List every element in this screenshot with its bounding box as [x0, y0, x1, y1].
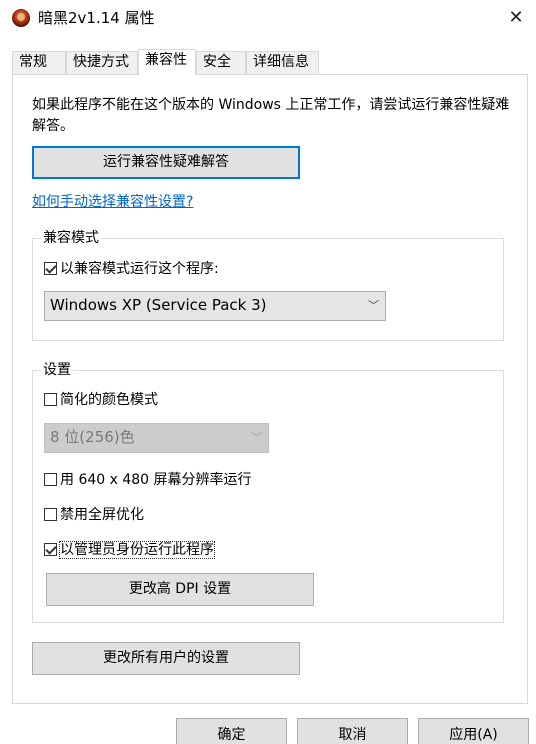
run-as-admin-row[interactable]: 以管理员身份运行此程序	[44, 541, 215, 559]
compatibility-panel: 如果此程序不能在这个版本的 Windows 上正常工作，请尝试运行兼容性疑难解答…	[12, 74, 528, 704]
close-icon[interactable]: ✕	[496, 0, 536, 36]
apply-button[interactable]: 应用(A)	[418, 718, 529, 744]
tab-details[interactable]: 详细信息	[246, 51, 319, 74]
ok-button[interactable]: 确定	[176, 718, 287, 744]
title-bar: 暗黑2v1.14 属性 ✕	[0, 0, 536, 38]
intro-text: 如果此程序不能在这个版本的 Windows 上正常工作，请尝试运行兼容性疑难解答…	[32, 97, 510, 134]
compat-mode-checkbox-label: 以兼容模式运行这个程序:	[60, 261, 219, 277]
settings-group-label: 设置	[41, 361, 73, 379]
reduced-color-label: 简化的颜色模式	[60, 392, 158, 408]
reduced-color-checkbox[interactable]	[44, 393, 57, 406]
compat-mode-group-label: 兼容模式	[41, 229, 101, 247]
cancel-button[interactable]: 取消	[297, 718, 408, 744]
compat-mode-checkbox-row[interactable]: 以兼容模式运行这个程序:	[44, 260, 219, 278]
tab-general[interactable]: 常规	[12, 51, 66, 74]
os-version-select[interactable]: Windows XP (Service Pack 3) ﹀	[44, 291, 386, 321]
fullscreen-opt-label: 禁用全屏优化	[60, 507, 144, 523]
tab-compatibility[interactable]: 兼容性	[138, 49, 196, 75]
compat-mode-group: 兼容模式 以兼容模式运行这个程序: Windows XP (Service Pa…	[32, 229, 504, 341]
all-users-settings-button[interactable]: 更改所有用户的设置	[32, 642, 300, 675]
fullscreen-opt-row[interactable]: 禁用全屏优化	[44, 506, 144, 524]
chevron-down-icon: ﹀	[251, 431, 262, 444]
compat-mode-checkbox[interactable]	[44, 262, 57, 275]
diablo-app-icon	[12, 9, 30, 27]
settings-group: 设置 简化的颜色模式 8 位(256)色 ﹀ 用 640 x 480 屏幕分辨率…	[32, 361, 504, 623]
run-as-admin-label: 以管理员身份运行此程序	[59, 541, 215, 559]
tab-security[interactable]: 安全	[196, 51, 246, 74]
color-depth-select: 8 位(256)色 ﹀	[44, 423, 269, 453]
os-version-value: Windows XP (Service Pack 3)	[50, 296, 267, 314]
change-dpi-button[interactable]: 更改高 DPI 设置	[46, 573, 314, 606]
res-640-row[interactable]: 用 640 x 480 屏幕分辨率运行	[44, 471, 252, 489]
run-as-admin-checkbox[interactable]	[44, 543, 57, 556]
color-depth-value: 8 位(256)色	[50, 428, 135, 446]
res-640-checkbox[interactable]	[44, 473, 57, 486]
tab-shortcut[interactable]: 快捷方式	[66, 51, 138, 74]
fullscreen-opt-checkbox[interactable]	[44, 508, 57, 521]
chevron-down-icon: ﹀	[368, 299, 379, 312]
res-640-label: 用 640 x 480 屏幕分辨率运行	[60, 472, 252, 488]
help-link[interactable]: 如何手动选择兼容性设置?	[32, 191, 193, 211]
reduced-color-row[interactable]: 简化的颜色模式	[44, 391, 158, 409]
troubleshoot-button[interactable]: 运行兼容性疑难解答	[32, 146, 300, 179]
window-title: 暗黑2v1.14 属性	[38, 9, 155, 27]
